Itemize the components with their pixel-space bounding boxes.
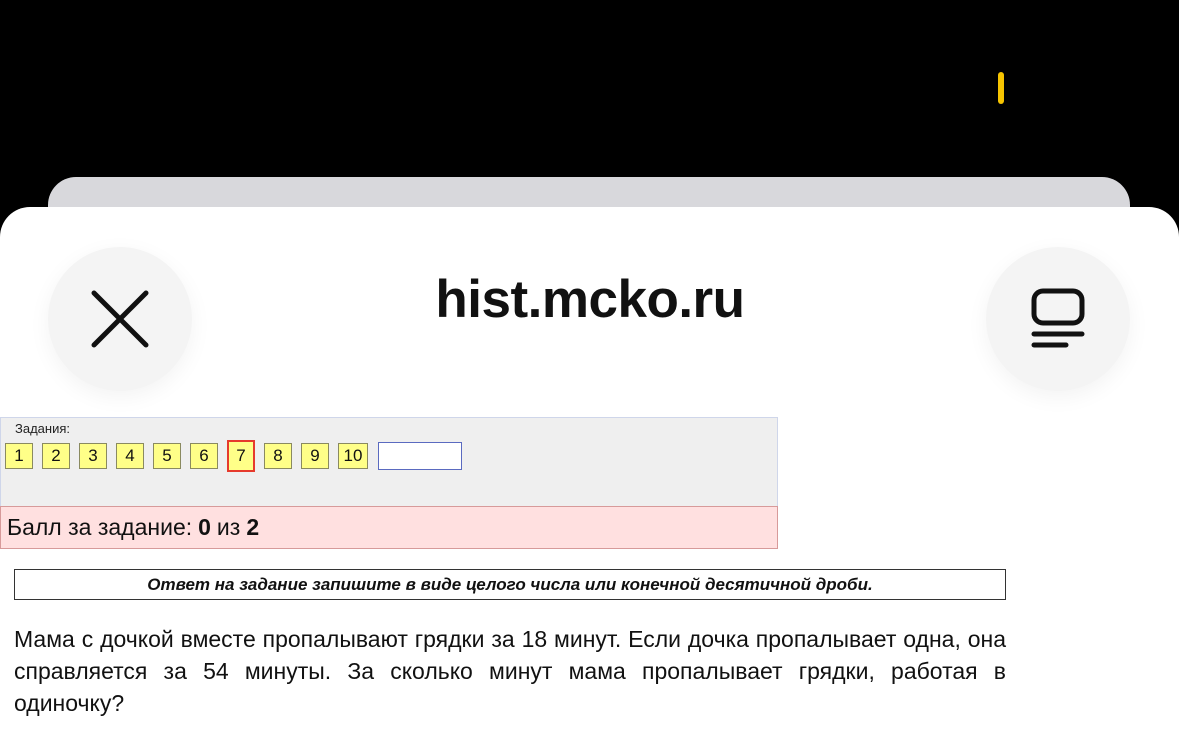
tasks-panel: Задания: 1 2 3 4 5 6 7 8 9 10 (0, 417, 778, 507)
status-indicator (998, 72, 1004, 104)
tasks-label: Задания: (15, 421, 70, 436)
close-button[interactable] (48, 247, 192, 391)
score-label: Балл за задание: (7, 514, 193, 540)
score-of: из (216, 514, 241, 540)
score-bar: Балл за задание: 0 из 2 (0, 506, 778, 549)
task-button-9[interactable]: 9 (301, 443, 329, 469)
score-max: 2 (246, 514, 260, 540)
tabs-menu-icon (1031, 288, 1085, 348)
task-button-2[interactable]: 2 (42, 443, 70, 469)
close-icon (91, 290, 149, 348)
task-button-5[interactable]: 5 (153, 443, 181, 469)
browser-sheet: hist.mcko.ru Задания: 1 2 3 4 5 6 7 8 9 … (0, 207, 1179, 747)
task-button-7-current[interactable]: 7 (227, 440, 255, 472)
task-button-4[interactable]: 4 (116, 443, 144, 469)
task-button-8[interactable]: 8 (264, 443, 292, 469)
site-title: hist.mcko.ru (435, 270, 745, 329)
score-value: 0 (198, 514, 211, 540)
task-jump-input[interactable] (378, 442, 462, 470)
task-button-6[interactable]: 6 (190, 443, 218, 469)
answer-instruction: Ответ на задание запишите в виде целого … (14, 569, 1006, 600)
task-list: 1 2 3 4 5 6 7 8 9 10 (5, 440, 462, 472)
task-button-3[interactable]: 3 (79, 443, 107, 469)
task-button-10[interactable]: 10 (338, 443, 368, 469)
problem-text: Мама с дочкой вместе пропалывают грядки … (14, 626, 1006, 716)
browser-header: hist.mcko.ru (0, 207, 1179, 407)
task-button-1[interactable]: 1 (5, 443, 33, 469)
tabs-menu-button[interactable] (986, 247, 1130, 391)
